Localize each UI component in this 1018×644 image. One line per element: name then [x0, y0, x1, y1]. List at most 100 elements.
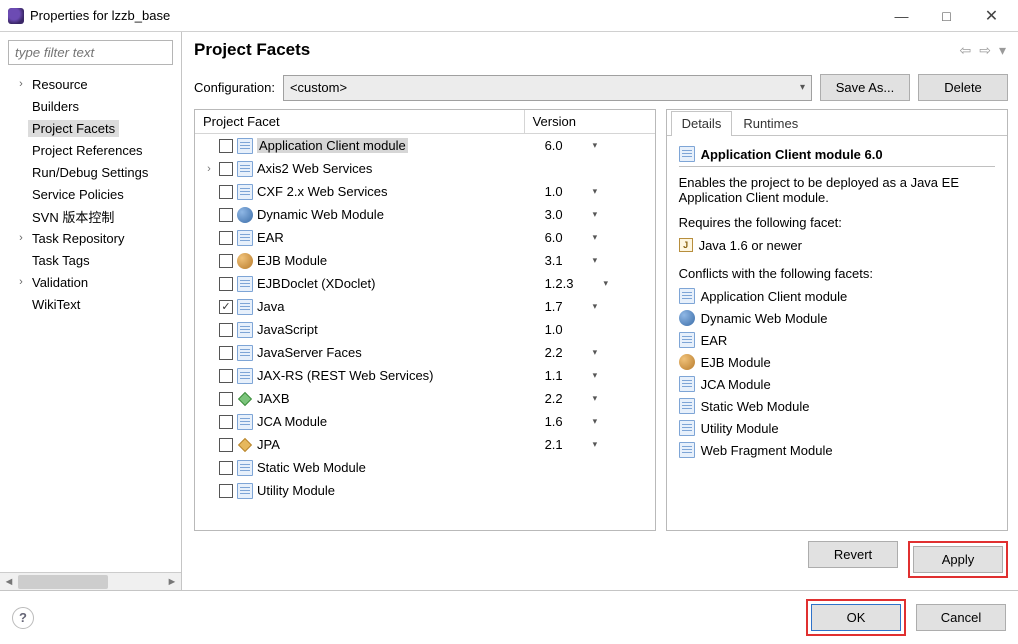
maximize-button[interactable]: □ — [924, 2, 969, 30]
nav-item[interactable]: Builders — [4, 95, 181, 117]
checkbox[interactable] — [219, 369, 233, 383]
scroll-thumb[interactable] — [18, 575, 108, 589]
table-row[interactable]: ✓Java1.7▾ — [195, 295, 655, 318]
checkbox[interactable] — [219, 392, 233, 406]
checkbox[interactable] — [219, 208, 233, 222]
expand-icon: › — [16, 232, 26, 244]
nav-item[interactable]: ›Validation — [4, 271, 181, 293]
chevron-down-icon[interactable]: ▾ — [593, 347, 598, 358]
doc-icon — [237, 230, 253, 246]
save-as-button[interactable]: Save As... — [820, 74, 910, 101]
ok-button[interactable]: OK — [811, 604, 901, 631]
chevron-down-icon[interactable]: ▾ — [593, 416, 598, 427]
chevron-down-icon[interactable]: ▾ — [593, 301, 598, 312]
checkbox[interactable] — [219, 346, 233, 360]
chevron-down-icon[interactable]: ▾ — [593, 370, 598, 381]
column-version[interactable]: Version — [525, 110, 655, 133]
table-row[interactable]: JavaServer Faces2.2▾ — [195, 341, 655, 364]
nav-item[interactable]: Task Tags — [4, 249, 181, 271]
nav-item[interactable]: SVN 版本控制 — [4, 205, 181, 227]
nav-item[interactable]: Run/Debug Settings — [4, 161, 181, 183]
checkbox[interactable] — [219, 461, 233, 475]
facet-version: 1.0 — [545, 184, 563, 199]
checkbox[interactable] — [219, 185, 233, 199]
facet-version: 6.0 — [545, 138, 563, 153]
checkbox[interactable] — [219, 254, 233, 268]
forward-icon[interactable]: ⇨ — [977, 42, 993, 59]
checkbox[interactable] — [219, 277, 233, 291]
checkbox[interactable]: ✓ — [219, 300, 233, 314]
delete-button[interactable]: Delete — [918, 74, 1008, 101]
table-row[interactable]: JAX-RS (REST Web Services)1.1▾ — [195, 364, 655, 387]
chevron-down-icon[interactable]: ▾ — [593, 232, 598, 243]
table-row[interactable]: Utility Module — [195, 479, 655, 502]
checkbox[interactable] — [219, 162, 233, 176]
nav-item[interactable]: Project References — [4, 139, 181, 161]
nav-item[interactable]: Service Policies — [4, 183, 181, 205]
tab-details[interactable]: Details — [671, 111, 733, 136]
scroll-track[interactable] — [18, 574, 163, 590]
table-row[interactable]: EJBDoclet (XDoclet)1.2.3▾ — [195, 272, 655, 295]
facet-name: Application Client module — [257, 138, 408, 153]
table-row[interactable]: Static Web Module — [195, 456, 655, 479]
help-button[interactable]: ? — [12, 607, 34, 629]
scroll-left-icon[interactable]: ◄ — [0, 576, 18, 588]
doc-icon — [237, 483, 253, 499]
checkbox[interactable] — [219, 484, 233, 498]
table-row[interactable]: EJB Module3.1▾ — [195, 249, 655, 272]
table-row[interactable]: Application Client module 6.0 ▾ — [195, 134, 655, 157]
nav-tree[interactable]: ›ResourceBuildersProject FacetsProject R… — [0, 73, 181, 572]
conflicts-item-label: EJB Module — [701, 355, 771, 370]
checkbox[interactable] — [219, 139, 233, 153]
revert-button[interactable]: Revert — [808, 541, 898, 568]
doc-icon — [237, 368, 253, 384]
chevron-down-icon[interactable]: ▾ — [604, 278, 609, 289]
chevron-down-icon[interactable]: ▾ — [593, 209, 598, 220]
nav-item[interactable]: WikiText — [4, 293, 181, 315]
chevron-down-icon[interactable]: ▾ — [593, 255, 598, 266]
diamond-icon — [238, 391, 252, 405]
table-row[interactable]: CXF 2.x Web Services1.0▾ — [195, 180, 655, 203]
java-icon: J — [679, 238, 693, 252]
dropdown-icon[interactable]: ▾ — [997, 42, 1008, 59]
checkbox[interactable] — [219, 415, 233, 429]
checkbox[interactable] — [219, 438, 233, 452]
conflicts-item-label: JCA Module — [701, 377, 771, 392]
back-icon[interactable]: ⇦ — [958, 42, 974, 59]
conflicts-item-label: Application Client module — [701, 289, 848, 304]
nav-item[interactable]: ›Resource — [4, 73, 181, 95]
table-row[interactable]: JavaScript1.0 — [195, 318, 655, 341]
facet-list[interactable]: Application Client module 6.0 ▾ ›Axis2 Web … — [195, 134, 655, 530]
cancel-button[interactable]: Cancel — [916, 604, 1006, 631]
nav-icons: ⇦ ⇨ ▾ — [958, 42, 1009, 59]
checkbox[interactable] — [219, 323, 233, 337]
table-row[interactable]: Dynamic Web Module3.0▾ — [195, 203, 655, 226]
close-button[interactable]: ✕ — [969, 2, 1014, 30]
configuration-combo[interactable]: <custom> ▾ — [283, 75, 812, 101]
nav-item[interactable]: ›Task Repository — [4, 227, 181, 249]
column-facet[interactable]: Project Facet — [195, 110, 525, 133]
requires-item-label: Java 1.6 or newer — [699, 238, 802, 253]
doc-icon — [237, 322, 253, 338]
chevron-down-icon[interactable]: ▾ — [593, 140, 598, 151]
tab-runtimes[interactable]: Runtimes — [732, 111, 809, 136]
table-row[interactable]: JAXB2.2▾ — [195, 387, 655, 410]
doc-icon — [237, 184, 253, 200]
facet-version: 2.2 — [545, 345, 563, 360]
table-row[interactable]: EAR6.0▾ — [195, 226, 655, 249]
apply-button[interactable]: Apply — [913, 546, 1003, 573]
scroll-right-icon[interactable]: ► — [163, 576, 181, 588]
checkbox[interactable] — [219, 231, 233, 245]
list-item: J Java 1.6 or newer — [679, 234, 995, 256]
nav-item[interactable]: Project Facets — [4, 117, 181, 139]
table-row[interactable]: JCA Module1.6▾ — [195, 410, 655, 433]
chevron-down-icon[interactable]: ▾ — [593, 393, 598, 404]
filter-input[interactable] — [8, 40, 173, 65]
sidebar-scrollbar[interactable]: ◄ ► — [0, 572, 181, 590]
chevron-down-icon[interactable]: ▾ — [593, 186, 598, 197]
chevron-down-icon[interactable]: ▾ — [593, 439, 598, 450]
table-row[interactable]: JPA2.1▾ — [195, 433, 655, 456]
minimize-button[interactable]: — — [879, 2, 924, 30]
table-row[interactable]: ›Axis2 Web Services — [195, 157, 655, 180]
globe-icon — [237, 207, 253, 223]
